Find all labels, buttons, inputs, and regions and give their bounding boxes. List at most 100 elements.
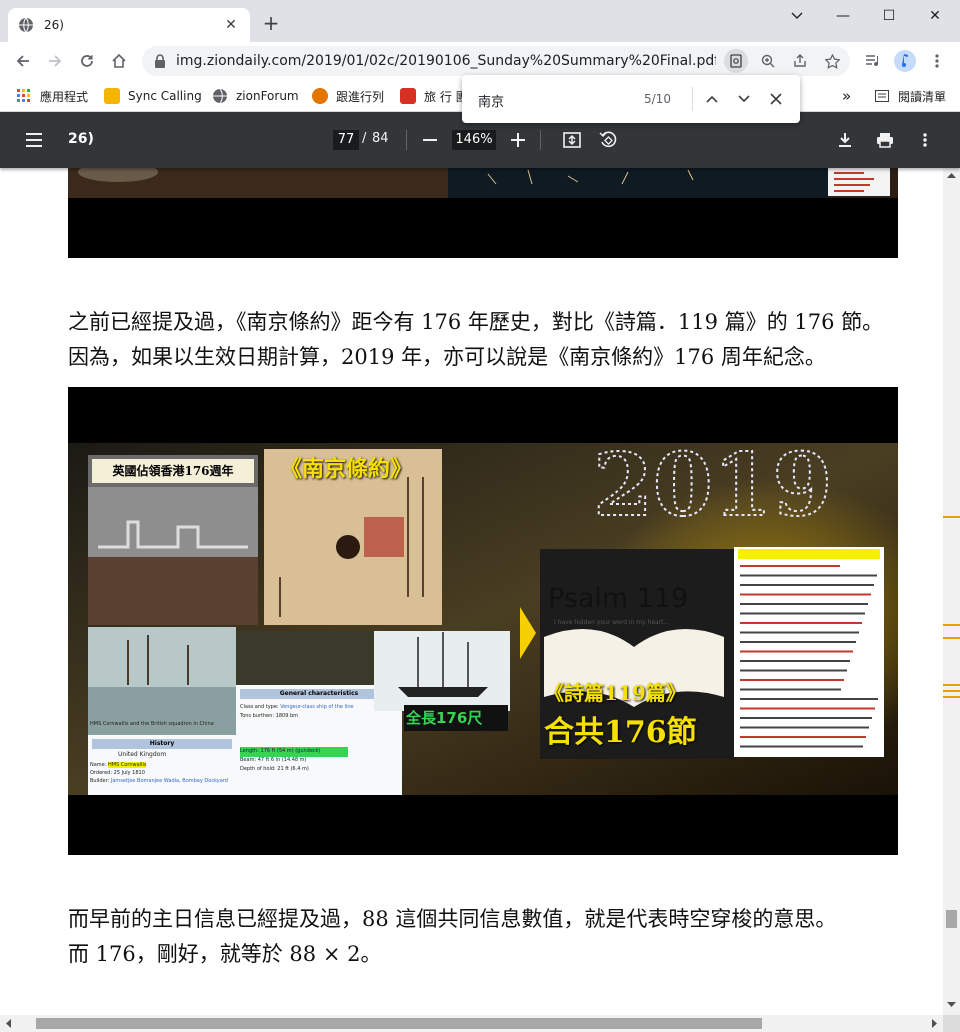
page-total: 84 [372, 131, 389, 146]
bookmark-label: 應用程式 [40, 89, 89, 104]
find-input[interactable]: 南京 [478, 91, 504, 110]
tab-close-icon[interactable]: ✕ [222, 17, 240, 33]
verse-line [740, 612, 865, 615]
find-previous-icon[interactable] [700, 87, 724, 111]
class-value: Vengeur-class ship of the line [280, 704, 354, 710]
zoom-level-input[interactable]: 146% [452, 130, 496, 150]
name-value: HMS Cornwallis [108, 762, 147, 768]
print-icon[interactable] [873, 128, 897, 152]
tab-strip: 26) ✕ + — ☐ ✕ [0, 0, 960, 42]
url-text[interactable]: img.ziondaily.com/2019/01/02c/20190106_S… [176, 53, 716, 69]
scroll-up-icon[interactable] [947, 172, 956, 178]
sync-calling-icon [104, 88, 120, 104]
download-icon[interactable] [833, 128, 857, 152]
verse-line [740, 650, 853, 653]
find-match-marker [943, 516, 960, 518]
slide-image: 2019 英國佔領香港176週年 《南京條約》 Psalm 119 I have… [68, 387, 898, 855]
bookmark-label: 跟進行列 [336, 89, 385, 104]
verse-line [740, 622, 862, 624]
zoom-out-icon[interactable] [418, 128, 442, 152]
verse-line [740, 669, 847, 672]
bookmark-zionforum[interactable]: zionForum [212, 86, 299, 106]
class-label: Class and type: [240, 704, 279, 710]
maximize-button[interactable]: ☐ [866, 0, 912, 32]
media-control-icon[interactable] [860, 48, 886, 74]
verse-line [740, 641, 856, 643]
vertical-scroll-thumb[interactable] [946, 910, 957, 928]
pdf-more-icon[interactable] [913, 128, 937, 152]
infobox-general-title: General characteristics [279, 690, 359, 697]
ordered-value: 25 July 1810 [113, 770, 145, 776]
tons-label: Tons burthen: [240, 713, 275, 719]
forward-icon[interactable] [42, 48, 68, 74]
infobox-history: History [149, 740, 175, 747]
hamburger-menu-icon[interactable] [24, 130, 44, 150]
browser-tab[interactable]: 26) ✕ [8, 8, 250, 42]
reload-icon[interactable] [74, 48, 100, 74]
find-close-icon[interactable] [764, 87, 788, 111]
find-match-count: 5/10 [644, 92, 671, 106]
horizontal-scroll-thumb[interactable] [36, 1018, 762, 1029]
find-divider [692, 87, 693, 111]
psalm-subtitle: I have hidden your word in my heart... [554, 619, 670, 626]
globe-icon [19, 17, 33, 33]
verse-line [740, 707, 875, 710]
find-match-marker [943, 637, 960, 639]
bookmark-star-icon[interactable] [820, 49, 844, 73]
share-icon[interactable] [788, 49, 812, 73]
find-next-icon[interactable] [732, 87, 756, 111]
reading-list-button[interactable]: 閱讀清單 [874, 86, 946, 106]
treaty-title: 《南京條約》 [280, 456, 413, 482]
zoom-in-icon[interactable] [506, 128, 530, 152]
scroll-left-icon[interactable] [5, 1019, 11, 1028]
bookmark-travel[interactable]: 旅 行 團 [400, 86, 468, 106]
bookmarks-overflow-button[interactable]: » [842, 86, 851, 106]
new-tab-button[interactable]: + [260, 12, 282, 34]
scroll-right-icon[interactable] [932, 1019, 938, 1028]
name-label: Name: [90, 762, 107, 768]
bookmark-label: zionForum [236, 89, 299, 103]
window-close-button[interactable]: ✕ [912, 0, 958, 32]
text-line: 而早前的主日信息已經提及過，88 這個共同信息數值，就是代表時空穿梭的意思。 [68, 907, 837, 931]
hk-title: 英國佔領香港176週年 [112, 464, 234, 478]
beam-label: Beam: [240, 757, 257, 763]
psalm-title: Psalm 119 [548, 583, 689, 614]
horizontal-scrollbar[interactable] [0, 1015, 943, 1032]
verse-line [740, 584, 874, 586]
bookmark-sync-calling[interactable]: Sync Calling [104, 86, 202, 106]
find-match-marker [943, 696, 960, 698]
scroll-corner [943, 1015, 960, 1032]
pdf-title: 26) [68, 131, 94, 147]
home-icon[interactable] [106, 48, 132, 74]
follow-up-icon [312, 88, 328, 104]
verse-line [740, 603, 868, 605]
address-bar[interactable]: img.ziondaily.com/2019/01/02c/20190106_S… [142, 46, 850, 76]
minimize-button[interactable]: — [820, 0, 866, 32]
rotate-icon[interactable] [596, 128, 620, 152]
find-match-marker [943, 690, 960, 692]
fit-to-page-icon[interactable] [560, 128, 584, 152]
page-number-input[interactable]: 77 [333, 130, 359, 150]
zoom-icon[interactable] [756, 49, 780, 73]
vertical-scrollbar[interactable] [943, 168, 960, 1015]
depth-value: 21 ft (6.4 m) [277, 766, 309, 772]
bookmark-label: Sync Calling [128, 89, 202, 103]
builder-value: Jamsetjee Bomanjee Wadia, Bombay Dockyar… [110, 778, 228, 784]
bookmark-follow-up[interactable]: 跟進行列 [312, 86, 384, 106]
verse-line [740, 717, 872, 719]
toolbar-divider [540, 130, 541, 150]
chrome-menu-icon[interactable] [924, 48, 950, 74]
verse-line [740, 631, 859, 634]
profile-avatar[interactable] [892, 48, 918, 74]
window-dropdown-icon[interactable] [774, 0, 820, 32]
pdf-viewer: 之前已經提及過，《南京條約》距今有 176 年歷史，對比《詩篇．119 篇》的 … [0, 168, 943, 1015]
bookmark-apps[interactable]: 應用程式 [16, 86, 88, 106]
back-icon[interactable] [10, 48, 36, 74]
ship-length-label: 全長176尺 [406, 709, 483, 727]
find-in-page-icon[interactable] [724, 49, 748, 73]
toolbar-divider [406, 130, 407, 150]
verse-line [740, 574, 877, 577]
verse-line [740, 679, 844, 681]
paragraph-1: 之前已經提及過，《南京條約》距今有 176 年歷史，對比《詩篇．119 篇》的 … [68, 305, 938, 375]
scroll-down-icon[interactable] [947, 1002, 956, 1008]
